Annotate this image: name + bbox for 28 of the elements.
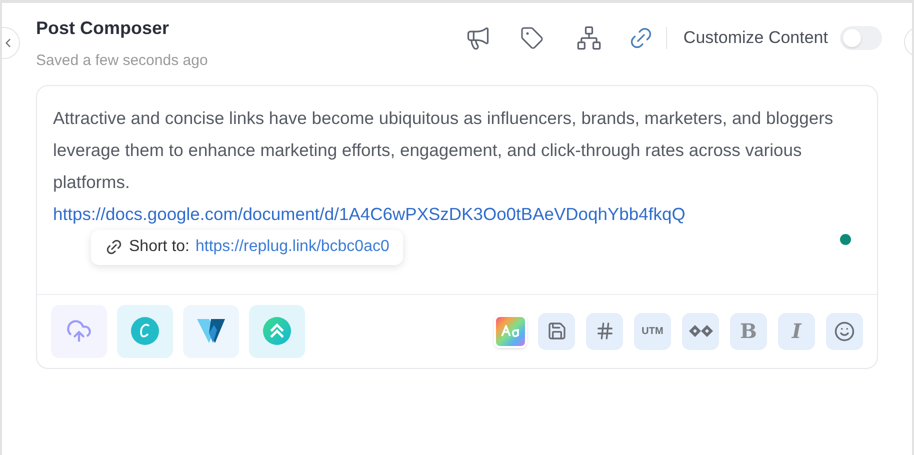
double-chevron-icon [263,317,291,345]
aa-icon [500,325,520,337]
customize-content-label: Customize Content [683,27,828,50]
save-button[interactable] [538,312,575,350]
link-style-button[interactable] [682,312,719,350]
utm-button[interactable]: UTM [634,312,671,350]
c-logo-icon [131,317,159,345]
short-to-label: Short to: [129,237,190,257]
short-link[interactable]: https://replug.link/bcbc0ac0 [195,235,390,259]
font-style-button[interactable] [494,314,527,348]
vista-button[interactable] [183,304,239,358]
post-text[interactable]: Attractive and concise links have become ubiquitous as influencers, brands, marketers, and bloggers leverage them to enhance marketing efforts, engagement, and click-through rates across various platforms. [53,102,861,198]
tag-icon[interactable] [520,26,544,50]
triangle-logo-icon [197,319,225,343]
italic-button[interactable]: I [778,312,815,350]
emoji-icon [834,320,855,342]
post-link[interactable]: https://docs.google.com/document/d/1A4C6wPXSzDK3Oo0tBAeVDoqhYbb4fkqQ [53,204,686,224]
save-status: Saved a few seconds ago [36,51,208,71]
emoji-button[interactable] [826,312,863,350]
hashtag-button[interactable] [586,312,623,350]
page-title: Post Composer [36,17,170,40]
megaphone-icon[interactable] [465,25,492,51]
cloud-upload-icon [66,318,92,344]
hashtag-icon [594,321,614,341]
customize-toggle[interactable] [840,26,882,50]
bold-button[interactable]: B [730,312,767,350]
diamonds-icon [688,325,712,337]
save-icon [546,321,566,341]
